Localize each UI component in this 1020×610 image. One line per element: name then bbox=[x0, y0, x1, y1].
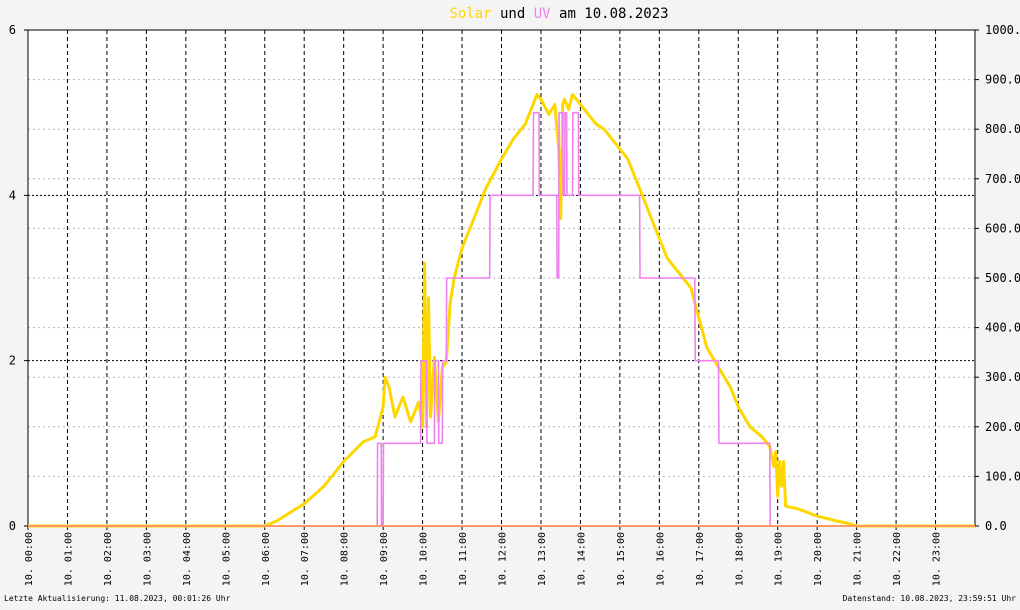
x-tick-label: 10. 01:00 bbox=[63, 532, 74, 586]
y-right-tick-label: 200.0 bbox=[985, 420, 1020, 434]
title-solar: Solar bbox=[449, 6, 491, 22]
x-tick-label: 10. 22:00 bbox=[892, 532, 903, 586]
y-right-tick-label: 600.0 bbox=[985, 221, 1020, 235]
x-tick-label: 10. 14:00 bbox=[576, 532, 587, 586]
x-tick-label: 10. 12:00 bbox=[498, 532, 509, 586]
title-date: am 10.08.2023 bbox=[559, 6, 669, 22]
y-right-tick-label: 300.0 bbox=[985, 370, 1020, 384]
y-left-tick-label: 6 bbox=[9, 23, 16, 37]
chart-container: 0 2 4 6 0.0 100.0 200.0 300.0 400.0 500.0 600.0 700… bbox=[0, 0, 1020, 606]
x-tick-label: 10. 03:00 bbox=[142, 532, 153, 586]
x-tick-label: 10. 00:00 bbox=[24, 532, 35, 586]
chart-title: Solar und UV am 10.08.2023 bbox=[449, 6, 668, 22]
data-state-text: Datenstand: 10.08.2023, 23:59:51 Uhr bbox=[842, 594, 1016, 603]
y-right-tick-label: 0.0 bbox=[985, 519, 1007, 533]
x-tick-label: 10. 17:00 bbox=[695, 532, 706, 586]
x-tick-label: 10. 20:00 bbox=[813, 532, 824, 586]
y-left-tick-label: 0 bbox=[9, 519, 16, 533]
x-tick-label: 10. 10:00 bbox=[419, 532, 430, 586]
y-right-tick-label: 500.0 bbox=[985, 271, 1020, 285]
x-tick-label: 10. 13:00 bbox=[537, 532, 548, 586]
y-left-tick-label: 4 bbox=[9, 188, 16, 202]
y-right-tick-label: 900.0 bbox=[985, 73, 1020, 87]
x-tick-label: 10. 21:00 bbox=[853, 532, 864, 586]
x-tick-label: 10. 23:00 bbox=[932, 532, 943, 586]
x-tick-label: 10. 07:00 bbox=[300, 532, 311, 586]
x-tick-label: 10. 16:00 bbox=[655, 532, 666, 586]
x-tick-label: 10. 19:00 bbox=[774, 532, 785, 586]
last-update-text: Letzte Aktualisierung: 11.08.2023, 00:01… bbox=[4, 594, 231, 603]
x-tick-label: 10. 09:00 bbox=[379, 532, 390, 586]
y-right-tick-label: 400.0 bbox=[985, 321, 1020, 335]
chart-svg: 0 2 4 6 0.0 100.0 200.0 300.0 400.0 500.0 600.0 700… bbox=[9, 6, 1020, 586]
y-right-tick-label: 800.0 bbox=[985, 122, 1020, 136]
title-uv: UV bbox=[534, 6, 551, 22]
x-tick-label: 10. 08:00 bbox=[340, 532, 351, 586]
y-right-tick-label: 100.0 bbox=[985, 469, 1020, 483]
y-left-tick-label: 2 bbox=[9, 354, 16, 368]
y-right-tick-label: 1000.0 bbox=[985, 23, 1020, 37]
x-tick-label: 10. 18:00 bbox=[734, 532, 745, 586]
title-und: und bbox=[500, 6, 534, 22]
x-tick-label: 10. 06:00 bbox=[261, 532, 272, 586]
x-tick-label: 10. 15:00 bbox=[616, 532, 627, 586]
y-right-tick-label: 700.0 bbox=[985, 172, 1020, 186]
x-tick-label: 10. 02:00 bbox=[103, 532, 114, 586]
x-tick-label: 10. 11:00 bbox=[458, 532, 469, 586]
x-tick-label: 10. 04:00 bbox=[182, 532, 193, 586]
x-tick-label: 10. 05:00 bbox=[221, 532, 232, 586]
